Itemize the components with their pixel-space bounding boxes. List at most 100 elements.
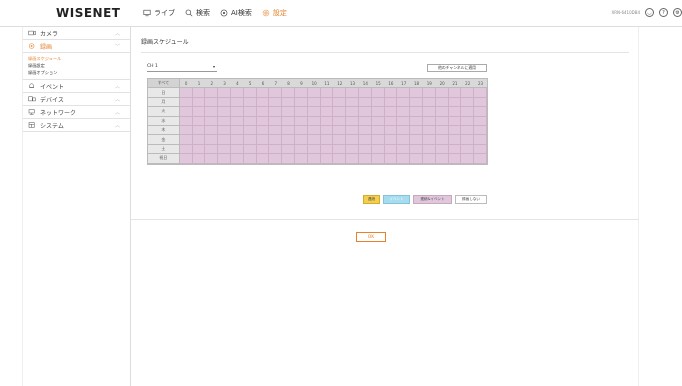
schedule-cell[interactable] bbox=[320, 144, 334, 155]
schedule-cell[interactable] bbox=[320, 125, 334, 136]
schedule-cell[interactable] bbox=[307, 135, 321, 145]
schedule-cell[interactable] bbox=[435, 97, 449, 108]
schedule-cell[interactable] bbox=[397, 97, 411, 108]
schedule-cell[interactable] bbox=[384, 135, 398, 145]
schedule-cell[interactable] bbox=[307, 144, 321, 155]
schedule-cell[interactable] bbox=[448, 88, 462, 98]
schedule-cell[interactable] bbox=[192, 125, 206, 136]
schedule-cell[interactable] bbox=[256, 144, 270, 155]
schedule-cell[interactable] bbox=[256, 125, 270, 136]
hour-header[interactable]: 13 bbox=[346, 79, 359, 89]
schedule-cell[interactable] bbox=[474, 154, 487, 164]
schedule-cell[interactable] bbox=[192, 107, 206, 117]
schedule-cell[interactable] bbox=[461, 135, 475, 145]
schedule-cell[interactable] bbox=[269, 107, 283, 117]
schedule-cell[interactable] bbox=[435, 125, 449, 136]
schedule-cell[interactable] bbox=[358, 97, 372, 108]
schedule-cell[interactable] bbox=[218, 97, 231, 108]
schedule-cell[interactable] bbox=[179, 125, 193, 136]
schedule-cell[interactable] bbox=[205, 107, 219, 117]
schedule-cell[interactable] bbox=[422, 88, 436, 98]
schedule-cell[interactable] bbox=[218, 107, 231, 117]
schedule-cell[interactable] bbox=[192, 97, 206, 108]
schedule-cell[interactable] bbox=[179, 88, 193, 98]
schedule-cell[interactable] bbox=[384, 107, 398, 117]
schedule-cell[interactable] bbox=[269, 125, 283, 136]
schedule-cell[interactable] bbox=[218, 154, 231, 164]
schedule-cell[interactable] bbox=[397, 154, 411, 164]
sidebar-item-camera[interactable]: カメラ ︿ bbox=[23, 27, 130, 40]
hour-header[interactable]: 6 bbox=[256, 79, 270, 89]
schedule-cell[interactable] bbox=[218, 144, 231, 155]
schedule-cell[interactable] bbox=[422, 144, 436, 155]
schedule-cell[interactable] bbox=[371, 107, 385, 117]
schedule-cell[interactable] bbox=[371, 88, 385, 98]
hour-header[interactable]: 2 bbox=[205, 79, 219, 89]
schedule-cell[interactable] bbox=[179, 97, 193, 108]
schedule-cell[interactable] bbox=[474, 107, 487, 117]
schedule-cell[interactable] bbox=[410, 125, 423, 136]
schedule-cell[interactable] bbox=[346, 88, 359, 98]
day-label[interactable]: 日 bbox=[148, 88, 180, 98]
help-icon[interactable]: ? bbox=[659, 8, 668, 17]
schedule-cell[interactable] bbox=[333, 88, 347, 98]
day-label[interactable]: 祝日 bbox=[148, 154, 180, 164]
schedule-cell[interactable] bbox=[384, 125, 398, 136]
schedule-cell[interactable] bbox=[243, 88, 257, 98]
schedule-cell[interactable] bbox=[410, 97, 423, 108]
schedule-cell[interactable] bbox=[179, 116, 193, 126]
schedule-cell[interactable] bbox=[435, 135, 449, 145]
hour-header[interactable]: 15 bbox=[371, 79, 385, 89]
hour-header[interactable]: 22 bbox=[461, 79, 475, 89]
schedule-cell[interactable] bbox=[192, 154, 206, 164]
schedule-cell[interactable] bbox=[205, 144, 219, 155]
schedule-cell[interactable] bbox=[205, 88, 219, 98]
schedule-cell[interactable] bbox=[320, 116, 334, 126]
schedule-cell[interactable] bbox=[461, 125, 475, 136]
schedule-cell[interactable] bbox=[448, 116, 462, 126]
schedule-cell[interactable] bbox=[179, 144, 193, 155]
schedule-cell[interactable] bbox=[435, 107, 449, 117]
schedule-cell[interactable] bbox=[333, 116, 347, 126]
schedule-cell[interactable] bbox=[461, 154, 475, 164]
schedule-cell[interactable] bbox=[269, 135, 283, 145]
schedule-cell[interactable] bbox=[397, 125, 411, 136]
hour-header[interactable]: 19 bbox=[422, 79, 436, 89]
schedule-cell[interactable] bbox=[294, 135, 308, 145]
schedule-cell[interactable] bbox=[474, 116, 487, 126]
submenu-record-schedule[interactable]: 録画スケジュール bbox=[28, 55, 130, 62]
settings-gear-icon[interactable]: ⚙ bbox=[673, 8, 682, 17]
schedule-cell[interactable] bbox=[474, 97, 487, 108]
schedule-cell[interactable] bbox=[230, 144, 244, 155]
hour-header[interactable]: 20 bbox=[435, 79, 449, 89]
sidebar-item-device[interactable]: デバイス ︿ bbox=[23, 93, 130, 106]
hour-header[interactable]: 21 bbox=[448, 79, 462, 89]
schedule-cell[interactable] bbox=[307, 88, 321, 98]
schedule-cell[interactable] bbox=[269, 116, 283, 126]
schedule-cell[interactable] bbox=[346, 135, 359, 145]
schedule-cell[interactable] bbox=[358, 154, 372, 164]
schedule-cell[interactable] bbox=[410, 144, 423, 155]
schedule-cell[interactable] bbox=[307, 97, 321, 108]
schedule-cell[interactable] bbox=[448, 125, 462, 136]
schedule-cell[interactable] bbox=[205, 116, 219, 126]
hour-header[interactable]: 1 bbox=[192, 79, 206, 89]
schedule-cell[interactable] bbox=[218, 125, 231, 136]
hour-header[interactable]: 10 bbox=[307, 79, 321, 89]
nav-live[interactable]: ライブ bbox=[143, 8, 175, 18]
schedule-cell[interactable] bbox=[192, 135, 206, 145]
schedule-cell[interactable] bbox=[422, 97, 436, 108]
schedule-cell[interactable] bbox=[358, 135, 372, 145]
schedule-cell[interactable] bbox=[371, 97, 385, 108]
schedule-cell[interactable] bbox=[358, 125, 372, 136]
schedule-cell[interactable] bbox=[435, 144, 449, 155]
schedule-cell[interactable] bbox=[448, 135, 462, 145]
hour-header[interactable]: 11 bbox=[320, 79, 334, 89]
sidebar-item-network[interactable]: ネットワーク ︿ bbox=[23, 106, 130, 119]
schedule-cell[interactable] bbox=[410, 116, 423, 126]
schedule-cell[interactable] bbox=[230, 107, 244, 117]
schedule-cell[interactable] bbox=[294, 125, 308, 136]
schedule-cell[interactable] bbox=[179, 107, 193, 117]
schedule-cell[interactable] bbox=[294, 107, 308, 117]
ok-button[interactable]: OK bbox=[356, 232, 386, 242]
